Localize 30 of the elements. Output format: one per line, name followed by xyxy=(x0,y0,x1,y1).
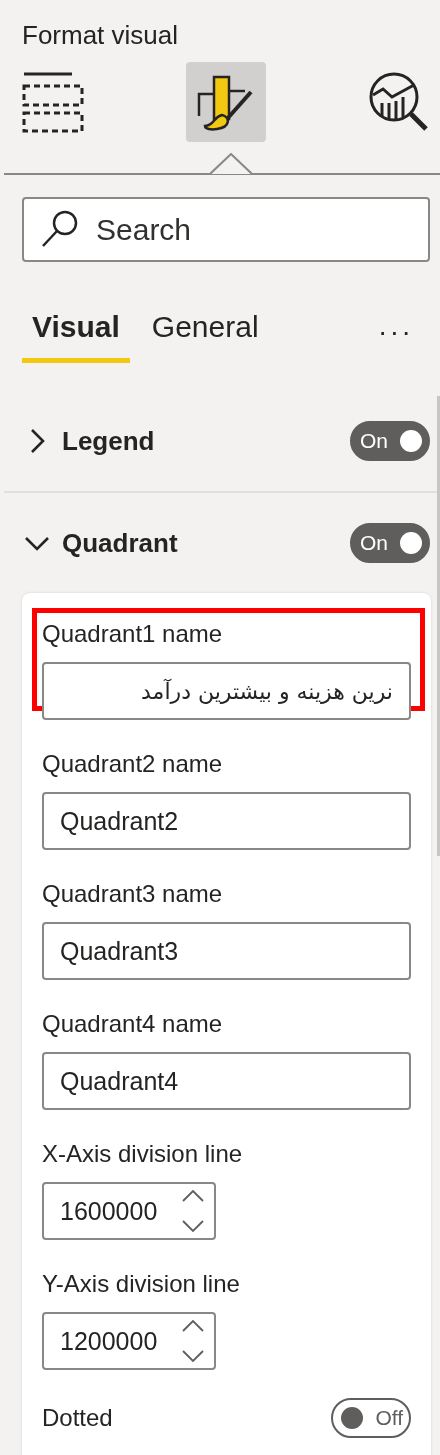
field-label: Y-Axis division line xyxy=(42,1269,241,1299)
toggle-switch[interactable]: Off xyxy=(331,1398,411,1438)
text-input-field[interactable]: Quadrant2 xyxy=(42,792,411,850)
spinner-arrows-icon[interactable] xyxy=(180,1188,206,1234)
search-icon xyxy=(40,209,80,249)
number-input-field[interactable]: 1600000 xyxy=(42,1182,216,1240)
pane-tab[interactable] xyxy=(186,62,266,142)
more-options-button[interactable]: ... xyxy=(378,306,414,342)
field-label: X-Axis division line xyxy=(42,1139,244,1169)
toggle-switch[interactable]: On xyxy=(350,421,430,461)
field-label: Dotted xyxy=(42,1403,113,1433)
toggle-switch[interactable]: On xyxy=(350,523,430,563)
field-label: Quadrant3 name xyxy=(42,879,224,909)
section-title[interactable]: Quadrant xyxy=(62,527,178,559)
tab[interactable]: Visual xyxy=(22,306,130,363)
section-title[interactable]: Legend xyxy=(62,425,155,457)
fields-icon xyxy=(22,71,84,133)
pane-title: Format visual xyxy=(21,19,180,52)
search-field[interactable]: Search xyxy=(22,197,430,262)
text-input-field[interactable]: نرین هزینه و بیشترین درآمد xyxy=(42,662,411,720)
field-label: Quadrant1 name xyxy=(42,619,224,649)
number-input-field[interactable]: 1200000 xyxy=(42,1312,216,1370)
text-input-field[interactable]: Quadrant4 xyxy=(42,1052,411,1110)
scrollbar[interactable] xyxy=(437,396,440,856)
tab[interactable]: General xyxy=(141,306,269,363)
analytics-magnifier-icon xyxy=(368,71,430,133)
text-input-field[interactable]: Quadrant3 xyxy=(42,922,411,980)
field-label: Quadrant2 name xyxy=(42,749,224,779)
spinner-arrows-icon[interactable] xyxy=(180,1318,206,1364)
field-label: Quadrant4 name xyxy=(42,1009,224,1039)
